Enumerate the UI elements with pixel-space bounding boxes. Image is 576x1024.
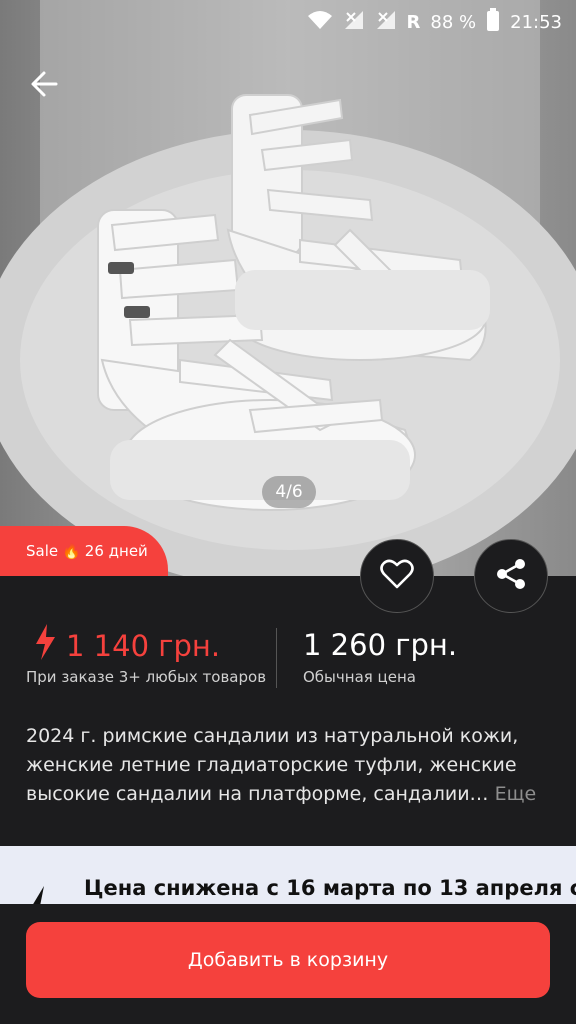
sale-price-note: При заказе 3+ любых товаров bbox=[26, 668, 267, 686]
sale-days: 26 дней bbox=[84, 542, 148, 560]
favorite-button[interactable] bbox=[360, 539, 434, 613]
add-to-cart-button[interactable]: Добавить в корзину bbox=[26, 922, 550, 998]
heart-icon bbox=[380, 558, 414, 594]
signal-icon bbox=[343, 9, 365, 36]
regular-price-note: Обычная цена bbox=[303, 668, 416, 686]
image-counter: 4/6 bbox=[262, 476, 316, 508]
promo-icon bbox=[30, 886, 50, 906]
battery-percent: 88 % bbox=[430, 12, 477, 33]
sale-price-row: 1 140 грн. bbox=[34, 624, 220, 667]
sale-label: Sale bbox=[26, 542, 59, 560]
sale-price: 1 140 грн. bbox=[66, 628, 221, 663]
signal-icon-2 bbox=[375, 9, 397, 36]
description-text: 2024 г. римские сандалии из натуральной … bbox=[26, 725, 519, 805]
network-letter: R bbox=[406, 12, 421, 33]
fire-icon: 🔥 bbox=[62, 542, 81, 560]
back-button[interactable] bbox=[26, 64, 66, 104]
back-arrow-icon bbox=[26, 71, 66, 108]
regular-price: 1 260 грн. bbox=[303, 628, 458, 662]
clock: 21:53 bbox=[510, 12, 562, 33]
price-divider bbox=[276, 628, 277, 688]
share-icon bbox=[494, 557, 528, 595]
battery-icon bbox=[486, 8, 500, 37]
promo-text: Цена снижена с 16 марта по 13 апреля с bbox=[84, 876, 576, 900]
more-link[interactable]: Еще bbox=[495, 783, 537, 805]
promo-banner[interactable]: Цена снижена с 16 марта по 13 апреля с bbox=[0, 846, 576, 906]
wifi-icon bbox=[307, 10, 333, 35]
status-bar: R 88 % 21:53 bbox=[0, 0, 576, 40]
sale-badge: Sale 🔥 26 дней bbox=[0, 526, 168, 576]
share-button[interactable] bbox=[474, 539, 548, 613]
product-description[interactable]: 2024 г. римские сандалии из натуральной … bbox=[26, 722, 556, 809]
lightning-icon bbox=[34, 624, 56, 667]
